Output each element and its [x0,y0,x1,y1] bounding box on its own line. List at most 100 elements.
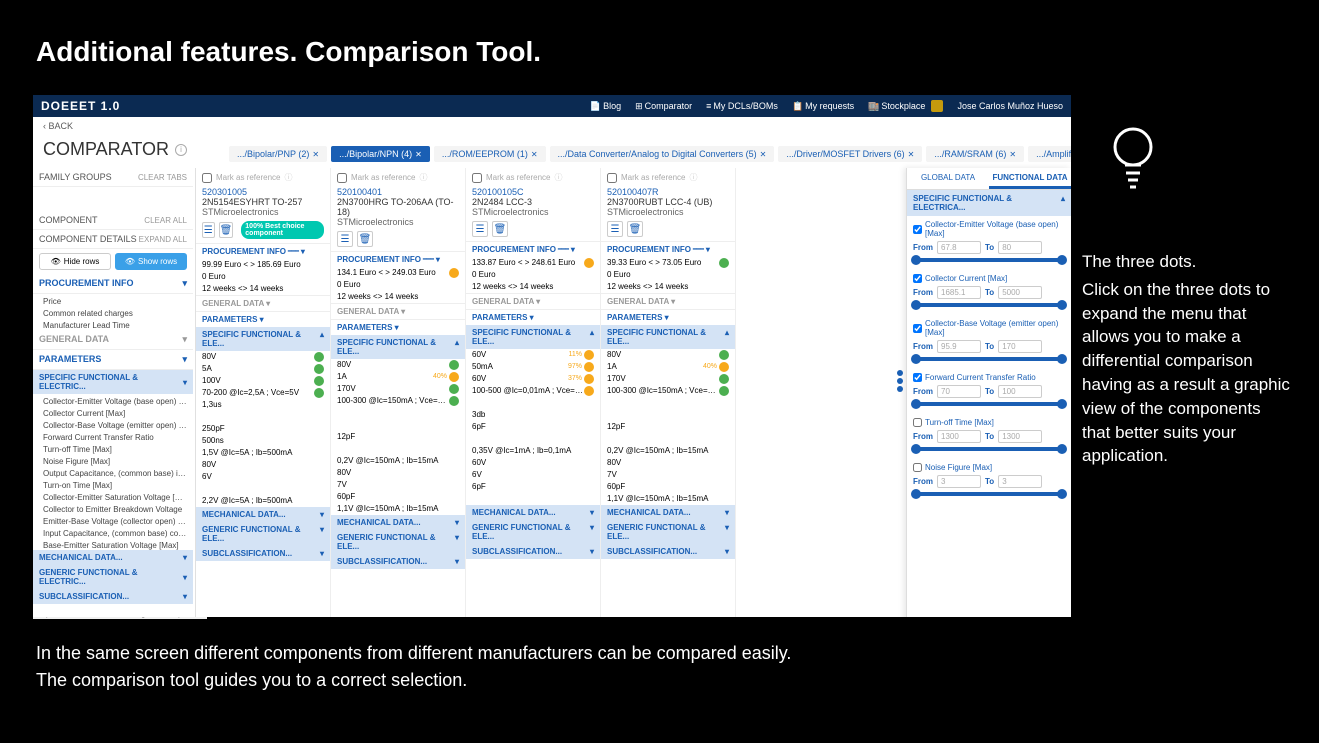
to-input[interactable] [998,286,1042,299]
hdr-user[interactable]: Jose Carlos Muñoz Hueso [957,101,1063,111]
filter-checkbox[interactable]: Noise Figure [Max] [913,463,1065,472]
tab-2[interactable]: .../ROM/EEPROM (1)✕ [434,146,546,162]
col-procurement[interactable]: PROCUREMENT INFO ━━━ ▾ [196,243,330,259]
rp-spec-head[interactable]: SPECIFIC FUNCTIONAL & ELECTRICA...▴ [907,190,1071,216]
col-parameters[interactable]: PARAMETERS ▾ [466,309,600,325]
range-slider[interactable] [913,357,1065,361]
col-procurement[interactable]: PROCUREMENT INFO ━━━ ▾ [601,241,735,257]
tab-close-icon[interactable]: ✕ [908,150,915,159]
clear-all[interactable]: CLEAR ALL [144,216,187,225]
to-input[interactable] [998,385,1042,398]
hdr-dcls[interactable]: ≡ My DCLs/BOMs [706,101,778,111]
col-general[interactable]: GENERAL DATA ▾ [196,295,330,311]
from-input[interactable] [937,430,981,443]
col-gen[interactable]: GENERIC FUNCTIONAL & ELE...▾ [331,530,465,554]
gen-func-head[interactable]: GENERIC FUNCTIONAL & ELECTRIC...▾ [33,565,193,589]
col-sub[interactable]: SUBCLASSIFICATION...▾ [196,546,330,561]
functional-data-tab[interactable]: FUNCTIONAL DATA [989,168,1071,189]
to-input[interactable] [998,430,1042,443]
doc-icon[interactable]: ☰ [607,221,623,237]
filter-checkbox[interactable]: Collector Current [Max] [913,274,1065,283]
back-link[interactable]: ‹ BACK [33,117,1071,135]
three-dots-icon[interactable] [897,368,903,394]
procurement-head[interactable]: PROCUREMENT INFO▾ [33,274,193,294]
hdr-stockplace[interactable]: 🏬 Stockplace [868,101,925,112]
mark-reference[interactable]: Mark as reference ⓘ [202,172,324,183]
hdr-requests[interactable]: 📋 My requests [792,101,854,112]
col-mech[interactable]: MECHANICAL DATA...▾ [601,505,735,520]
tab-6[interactable]: .../Amplifier/Operational Amplifi✕ [1028,146,1071,162]
delete-icon[interactable]: 🗑 [357,231,373,247]
doc-icon[interactable]: ☰ [202,222,215,238]
tab-close-icon[interactable]: ✕ [531,150,538,159]
filter-checkbox[interactable]: Collector-Emitter Voltage (base open) [M… [913,220,1065,238]
tab-close-icon[interactable]: ✕ [415,150,422,159]
delete-icon[interactable]: 🗑 [627,221,643,237]
mark-reference[interactable]: Mark as reference ⓘ [472,172,594,183]
mech-head[interactable]: MECHANICAL DATA...▾ [33,550,193,565]
col-mech[interactable]: MECHANICAL DATA...▾ [331,515,465,530]
part-number[interactable]: 520301005 [202,187,324,197]
col-spec[interactable]: SPECIFIC FUNCTIONAL & ELE...▴ [466,325,600,349]
subclass-head[interactable]: SUBCLASSIFICATION...▾ [33,589,193,604]
part-number[interactable]: 520100407R [607,187,729,197]
filter-checkbox[interactable]: Collector-Base Voltage (emitter open) [M… [913,319,1065,337]
col-parameters[interactable]: PARAMETERS ▾ [331,319,465,335]
tab-close-icon[interactable]: ✕ [760,150,767,159]
col-mech[interactable]: MECHANICAL DATA...▾ [196,507,330,522]
global-data-tab[interactable]: GLOBAL DATA [907,168,989,189]
from-input[interactable] [937,340,981,353]
spec-func-head[interactable]: SPECIFIC FUNCTIONAL & ELECTRIC...▾ [33,370,193,394]
tab-3[interactable]: .../Data Converter/Analog to Digital Con… [550,146,775,162]
delete-icon[interactable]: 🗑 [492,221,508,237]
range-slider[interactable] [913,402,1065,406]
col-parameters[interactable]: PARAMETERS ▾ [601,309,735,325]
mark-reference[interactable]: Mark as reference ⓘ [337,172,459,183]
doc-icon[interactable]: ☰ [472,221,488,237]
from-input[interactable] [937,286,981,299]
tab-0[interactable]: .../Bipolar/PNP (2)✕ [229,146,327,162]
filter-checkbox[interactable]: Turn-off Time [Max] [913,418,1065,427]
filter-checkbox[interactable]: Forward Current Transfer Ratio [913,373,1065,382]
delete-icon[interactable]: 🗑 [219,222,234,238]
to-input[interactable] [998,475,1042,488]
col-gen[interactable]: GENERIC FUNCTIONAL & ELE...▾ [196,522,330,546]
col-sub[interactable]: SUBCLASSIFICATION...▾ [466,544,600,559]
avatar[interactable] [931,100,943,112]
tab-4[interactable]: .../Driver/MOSFET Drivers (6)✕ [778,146,922,162]
range-slider[interactable] [913,258,1065,262]
from-input[interactable] [937,385,981,398]
from-input[interactable] [937,241,981,254]
col-spec[interactable]: SPECIFIC FUNCTIONAL & ELE...▴ [601,325,735,349]
tab-close-icon[interactable]: ✕ [1009,150,1016,159]
to-input[interactable] [998,241,1042,254]
tab-1[interactable]: .../Bipolar/NPN (4)✕ [331,146,430,162]
col-mech[interactable]: MECHANICAL DATA...▾ [466,505,600,520]
general-head[interactable]: GENERAL DATA▾ [33,330,193,350]
doc-icon[interactable]: ☰ [337,231,353,247]
range-slider[interactable] [913,492,1065,496]
part-number[interactable]: 520100105C [472,187,594,197]
expand-all[interactable]: EXPAND ALL [139,235,187,244]
col-procurement[interactable]: PROCUREMENT INFO ━━━ ▾ [466,241,600,257]
range-slider[interactable] [913,303,1065,307]
info-icon[interactable]: i [175,144,187,156]
hdr-blog[interactable]: 📄 Blog [590,101,621,112]
tab-5[interactable]: .../RAM/SRAM (6)✕ [926,146,1024,162]
col-gen[interactable]: GENERIC FUNCTIONAL & ELE...▾ [601,520,735,544]
hide-rows-btn[interactable]: 👁 Hide rows [39,253,111,270]
col-parameters[interactable]: PARAMETERS ▾ [196,311,330,327]
part-number[interactable]: 520100401 [337,187,459,197]
from-input[interactable] [937,475,981,488]
tab-close-icon[interactable]: ✕ [312,150,319,159]
parameters-head[interactable]: PARAMETERS▾ [33,350,193,370]
col-spec[interactable]: SPECIFIC FUNCTIONAL & ELE...▴ [196,327,330,351]
show-rows-btn[interactable]: 👁 Show rows [115,253,187,270]
col-general[interactable]: GENERAL DATA ▾ [601,293,735,309]
col-sub[interactable]: SUBCLASSIFICATION...▾ [331,554,465,569]
mark-reference[interactable]: Mark as reference ⓘ [607,172,729,183]
hdr-comparator[interactable]: ⊞ Comparator [635,101,692,112]
to-input[interactable] [998,340,1042,353]
col-gen[interactable]: GENERIC FUNCTIONAL & ELE...▾ [466,520,600,544]
col-sub[interactable]: SUBCLASSIFICATION...▾ [601,544,735,559]
